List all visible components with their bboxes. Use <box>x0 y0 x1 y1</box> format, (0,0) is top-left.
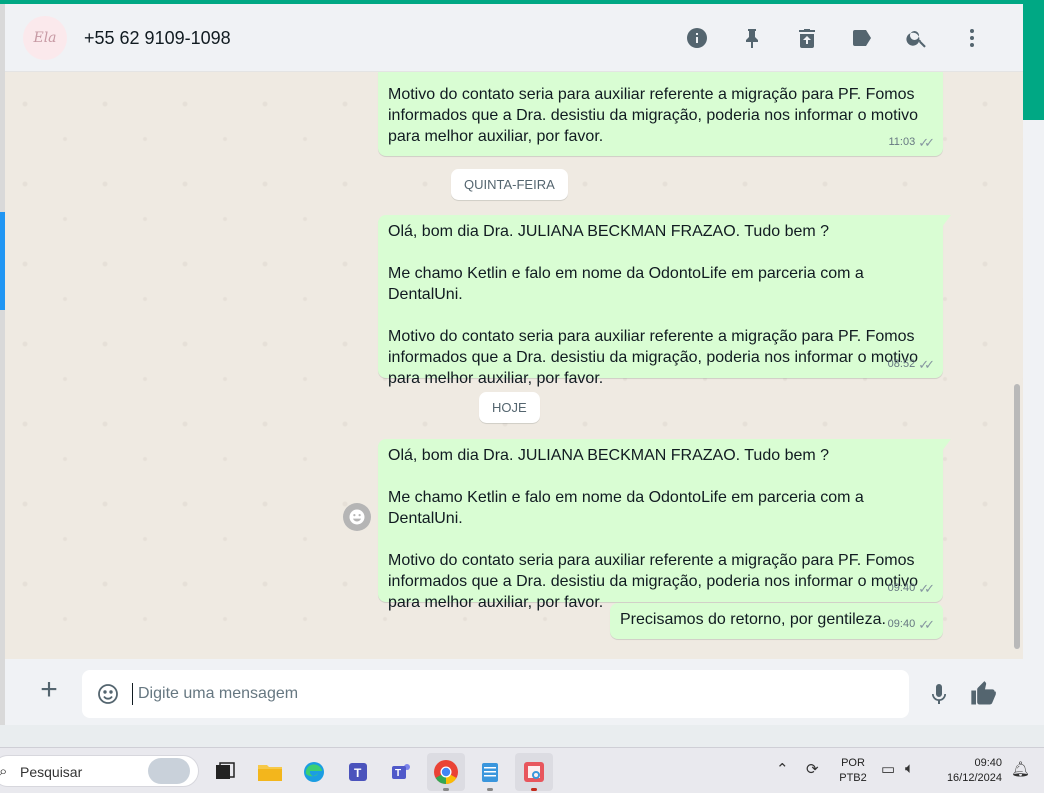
taskbar-search[interactable]: ⌕ Pesquisar <box>0 755 199 787</box>
message-bubble[interactable]: Motivo do contato seria para auxiliar re… <box>378 72 943 156</box>
message-meta: 09:40 ✓✓ <box>888 578 935 599</box>
sync-icon[interactable]: ⟳ <box>806 760 819 778</box>
contact-avatar[interactable]: Ela <box>23 16 67 60</box>
contact-name[interactable]: +55 62 9109-1098 <box>84 28 231 49</box>
notepad-icon[interactable] <box>471 753 509 791</box>
message-line: para melhor auxiliar, por favor. <box>388 128 604 145</box>
clock-date: 16/12/2024 <box>946 772 1002 784</box>
message-intro: Me chamo Ketlin e falo em nome da Odonto… <box>388 265 864 303</box>
teams-icon[interactable]: T <box>339 753 377 791</box>
sticker-emoji-icon[interactable] <box>96 682 120 706</box>
snipping-tool-icon[interactable] <box>515 753 553 791</box>
running-indicator <box>531 788 537 791</box>
svg-text:T: T <box>354 766 362 780</box>
svg-text:T: T <box>395 768 401 779</box>
menu-icon[interactable] <box>944 24 999 52</box>
running-indicator <box>487 788 493 791</box>
header-actions <box>669 24 999 52</box>
message-line: informados que a Dra. desistiu da migraç… <box>388 573 919 590</box>
bubble-tail <box>942 439 951 451</box>
task-view-icon[interactable] <box>206 753 244 791</box>
message-bubble[interactable]: Olá, bom dia Dra. JULIANA BECKMAN FRAZAO… <box>378 439 951 611</box>
teams-classic-icon[interactable]: T <box>383 753 421 791</box>
delete-icon[interactable] <box>779 24 834 52</box>
message-scrollbar[interactable] <box>1014 384 1020 649</box>
message-composer: + <box>5 659 1023 725</box>
pin-icon[interactable] <box>724 24 779 52</box>
message-meta: 08:52 ✓✓ <box>888 354 935 375</box>
message-greeting: Olá, bom dia Dra. JULIANA BECKMAN FRAZAO… <box>388 223 830 240</box>
message-time: 09:40 <box>887 582 916 594</box>
chevron-up-icon[interactable]: ⌃ <box>776 760 789 778</box>
message-line: Motivo do contato seria para auxiliar re… <box>388 328 915 345</box>
message-line: Motivo do contato seria para auxiliar re… <box>388 86 915 103</box>
microphone-icon[interactable] <box>927 681 951 707</box>
read-ticks-icon: ✓✓ <box>918 357 935 372</box>
attach-plus-icon[interactable]: + <box>35 675 63 705</box>
search-highlight-image <box>148 758 190 784</box>
info-icon[interactable] <box>669 24 724 52</box>
network-icon[interactable]: ▭ <box>881 760 895 778</box>
background-window-panel <box>1023 120 1044 730</box>
message-bubble[interactable]: Olá, bom dia Dra. JULIANA BECKMAN FRAZAO… <box>378 215 951 387</box>
clock-time: 09:40 <box>974 757 1002 769</box>
message-line: informados que a Dra. desistiu da migraç… <box>388 107 919 124</box>
message-time: 11:03 <box>888 136 916 148</box>
search-icon[interactable] <box>889 24 944 52</box>
language-code: POR <box>841 757 865 769</box>
read-ticks-icon: ✓✓ <box>918 135 935 150</box>
read-ticks-icon: ✓✓ <box>918 581 935 596</box>
message-input[interactable] <box>132 683 892 705</box>
background-window-edge <box>1023 0 1044 120</box>
date-separator: HOJE <box>479 392 540 423</box>
message-meta: 09:40 ✓✓ <box>888 614 935 635</box>
thumbs-up-icon[interactable] <box>968 680 998 708</box>
search-icon: ⌕ <box>0 763 8 780</box>
message-greeting: Olá, bom dia Dra. JULIANA BECKMAN FRAZAO… <box>388 447 830 464</box>
bubble-tail <box>942 215 951 227</box>
file-explorer-icon[interactable] <box>251 753 289 791</box>
message-line: Motivo do contato seria para auxiliar re… <box>388 552 915 569</box>
avatar-logo-text: Ela <box>33 30 57 46</box>
edge-browser-icon[interactable] <box>295 753 333 791</box>
message-line: para melhor auxiliar, por favor. <box>388 370 604 387</box>
message-line: informados que a Dra. desistiu da migraç… <box>388 349 919 366</box>
chat-window: Ela +55 62 9109-1098 Motivo do contato s… <box>5 4 1023 725</box>
message-time: 09:40 <box>887 618 916 630</box>
taskbar-search-label: Pesquisar <box>20 764 83 780</box>
label-icon[interactable] <box>834 24 889 52</box>
chat-header: Ela +55 62 9109-1098 <box>5 4 1023 72</box>
message-time: 08:52 <box>887 358 916 370</box>
windows-taskbar: ⌕ Pesquisar T T ⌃ ⟳ POR PTB2 ▭ 🔈︎ 09:40 … <box>0 747 1044 793</box>
clock[interactable]: 09:40 16/12/2024 <box>936 756 1002 786</box>
background-window-bottom <box>0 725 1044 747</box>
message-intro: Me chamo Ketlin e falo em nome da Odonto… <box>388 489 864 527</box>
notification-bell-icon[interactable]: 🔔︎ <box>1011 760 1030 778</box>
message-bubble[interactable]: Precisamos do retorno, por gentileza. 09… <box>610 603 943 639</box>
message-list: Motivo do contato seria para auxiliar re… <box>5 72 1023 659</box>
chrome-browser-icon[interactable] <box>427 753 465 791</box>
keyboard-layout: PTB2 <box>839 772 867 784</box>
message-meta: 11:03 ✓✓ <box>888 132 935 153</box>
date-separator: QUINTA-FEIRA <box>451 169 568 200</box>
read-ticks-icon: ✓✓ <box>918 617 935 632</box>
react-emoji-icon[interactable] <box>343 503 371 531</box>
message-input-container <box>82 670 909 718</box>
input-language-indicator[interactable]: POR PTB2 <box>836 756 870 786</box>
running-indicator <box>443 788 449 791</box>
volume-icon[interactable]: 🔈︎ <box>905 760 914 777</box>
